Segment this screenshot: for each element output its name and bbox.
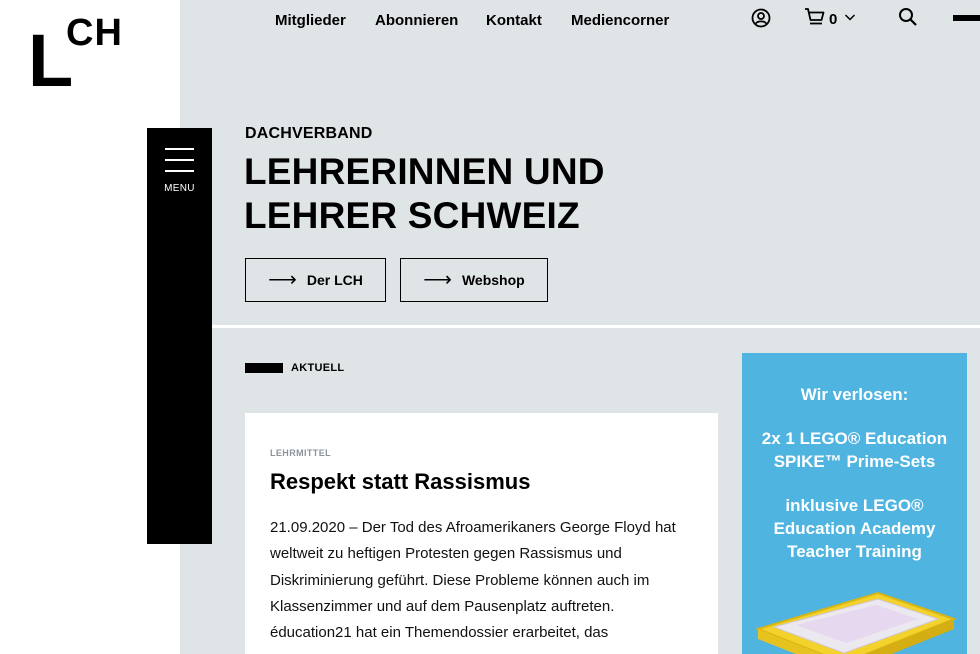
article-title[interactable]: Respekt statt Rassismus [270,469,530,495]
top-navigation: Mitglieder Abonnieren Kontakt Mediencorn… [180,0,980,40]
lch-logo[interactable]: L CH [28,14,138,100]
nav-link-mitglieder[interactable]: Mitglieder [275,12,346,29]
section-marker [245,363,283,373]
webshop-button[interactable]: ⟶ Webshop [400,258,548,302]
promo-extra-line-3: Teacher Training [787,542,922,561]
cart-count: 0 [829,10,838,28]
webshop-button-label: Webshop [461,272,525,288]
promo-prize-line-2: SPIKE™ Prime-Sets [773,452,936,471]
hero-title: LEHRERINNEN UND LEHRER SCHWEIZ [244,150,694,238]
article-category: LEHRMITTEL [270,448,331,458]
cart-button[interactable]: 0 [804,7,856,31]
promo-prize-line-1: 2x 1 LEGO® Education [761,429,948,448]
der-lch-button-label: Der LCH [306,272,363,288]
top-accent-bar [953,15,980,21]
hamburger-icon [165,148,194,172]
section-divider [212,325,980,328]
section-heading: AKTUELL [291,362,345,374]
lego-box-image [754,591,957,654]
nav-link-mediencorner[interactable]: Mediencorner [571,12,669,29]
cart-icon [804,6,826,33]
arrow-right-icon: ⟶ [268,269,297,291]
promo-banner[interactable]: Wir verlosen: 2x 1 LEGO® Education SPIKE… [742,353,967,654]
menu-button[interactable]: MENU [147,128,212,544]
nav-link-kontakt[interactable]: Kontakt [486,12,542,29]
promo-heading: Wir verlosen: [800,385,909,404]
chevron-down-icon [844,10,856,28]
promo-extra-line-1: inklusive LEGO® [785,496,924,515]
promo-extra-line-2: Education Academy [773,519,936,538]
der-lch-button[interactable]: ⟶ Der LCH [245,258,386,302]
hero-kicker: DACHVERBAND [245,125,373,142]
article-card[interactable]: LEHRMITTEL Respekt statt Rassismus 21.09… [245,413,718,654]
nav-link-abonnieren[interactable]: Abonnieren [375,12,458,29]
logo-letter-l: L [28,19,73,102]
article-text: 21.09.2020 – Der Tod des Afroamerikaners… [270,519,676,642]
hero-title-line-1: LEHRERINNEN UND [244,151,605,192]
logo-letters-ch: CH [66,12,123,54]
menu-label: MENU [164,183,195,194]
user-icon[interactable] [751,8,771,28]
arrow-right-icon: ⟶ [423,269,452,291]
hero-title-line-2: LEHRER SCHWEIZ [244,195,580,236]
search-icon[interactable] [898,7,918,27]
